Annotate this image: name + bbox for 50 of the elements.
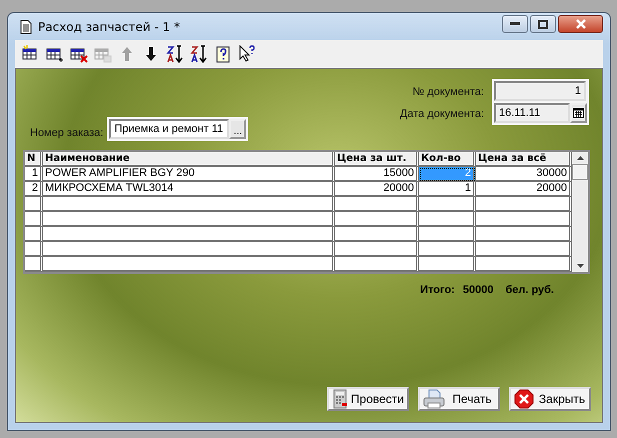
post-button[interactable]: Провести	[327, 387, 409, 411]
document-number-field[interactable]: 1	[494, 81, 586, 101]
table-cell[interactable]: 2	[25, 182, 43, 197]
document-icon	[20, 20, 32, 34]
document-date-field[interactable]: 16.11.11	[494, 103, 570, 123]
table-cell[interactable]: 30000	[476, 167, 572, 182]
minimize-button[interactable]	[502, 15, 528, 33]
close-icon	[574, 19, 586, 29]
sort-icon	[190, 45, 208, 63]
table-cell[interactable]: 20000	[476, 182, 572, 197]
column-header[interactable]: Цена за шт.	[335, 152, 419, 167]
scroll-up-icon	[576, 156, 584, 160]
calendar-icon	[573, 108, 584, 118]
table-cell[interactable]: МИКРОСХЕМА TWL3014	[43, 182, 335, 197]
close-button[interactable]: Закрыть	[509, 387, 591, 411]
close-icon	[514, 389, 534, 409]
vertical-scrollbar[interactable]	[572, 152, 588, 272]
table-cell[interactable]: 1	[419, 182, 476, 197]
scroll-down-icon	[576, 264, 584, 268]
calculator-icon	[332, 389, 347, 409]
help-icon	[214, 45, 232, 63]
table-cell[interactable]: POWER AMPLIFIER BGY 290	[43, 167, 335, 182]
maximize-button[interactable]	[530, 15, 556, 33]
print-button[interactable]: Печать	[418, 387, 500, 411]
column-header[interactable]: N	[25, 152, 43, 167]
document-number-label: № документа:	[412, 86, 484, 98]
currency-label: бел. руб.	[505, 284, 554, 296]
total-value: 50000	[462, 284, 494, 296]
calendar-button[interactable]	[570, 103, 587, 123]
minimize-icon	[510, 22, 520, 26]
column-header[interactable]: Кол-во	[419, 152, 476, 167]
order-number-field[interactable]: Приемка и ремонт 11	[109, 119, 230, 139]
maximize-icon	[538, 20, 548, 28]
close-button[interactable]	[558, 15, 603, 33]
sort-icon	[166, 45, 184, 63]
column-header[interactable]: Наименование	[43, 152, 335, 167]
total-label: Итого:	[420, 284, 455, 296]
table-cell[interactable]: 20000	[335, 182, 419, 197]
printer-icon	[423, 389, 445, 409]
toolbar-button[interactable]	[165, 43, 185, 65]
toolbar-button[interactable]	[189, 43, 209, 65]
order-number-label: Номер заказа:	[30, 127, 104, 139]
window-title: Расход запчастей - 1 *	[38, 20, 180, 34]
pointer-help-icon	[238, 45, 256, 63]
scroll-thumb[interactable]	[572, 164, 588, 180]
table-cell[interactable]: 1	[25, 167, 43, 182]
browse-button[interactable]: ...	[229, 119, 246, 139]
column-header[interactable]: Цена за всё	[476, 152, 572, 167]
table-cell[interactable]: 15000	[335, 167, 419, 182]
document-date-label: Дата документа:	[400, 108, 484, 120]
